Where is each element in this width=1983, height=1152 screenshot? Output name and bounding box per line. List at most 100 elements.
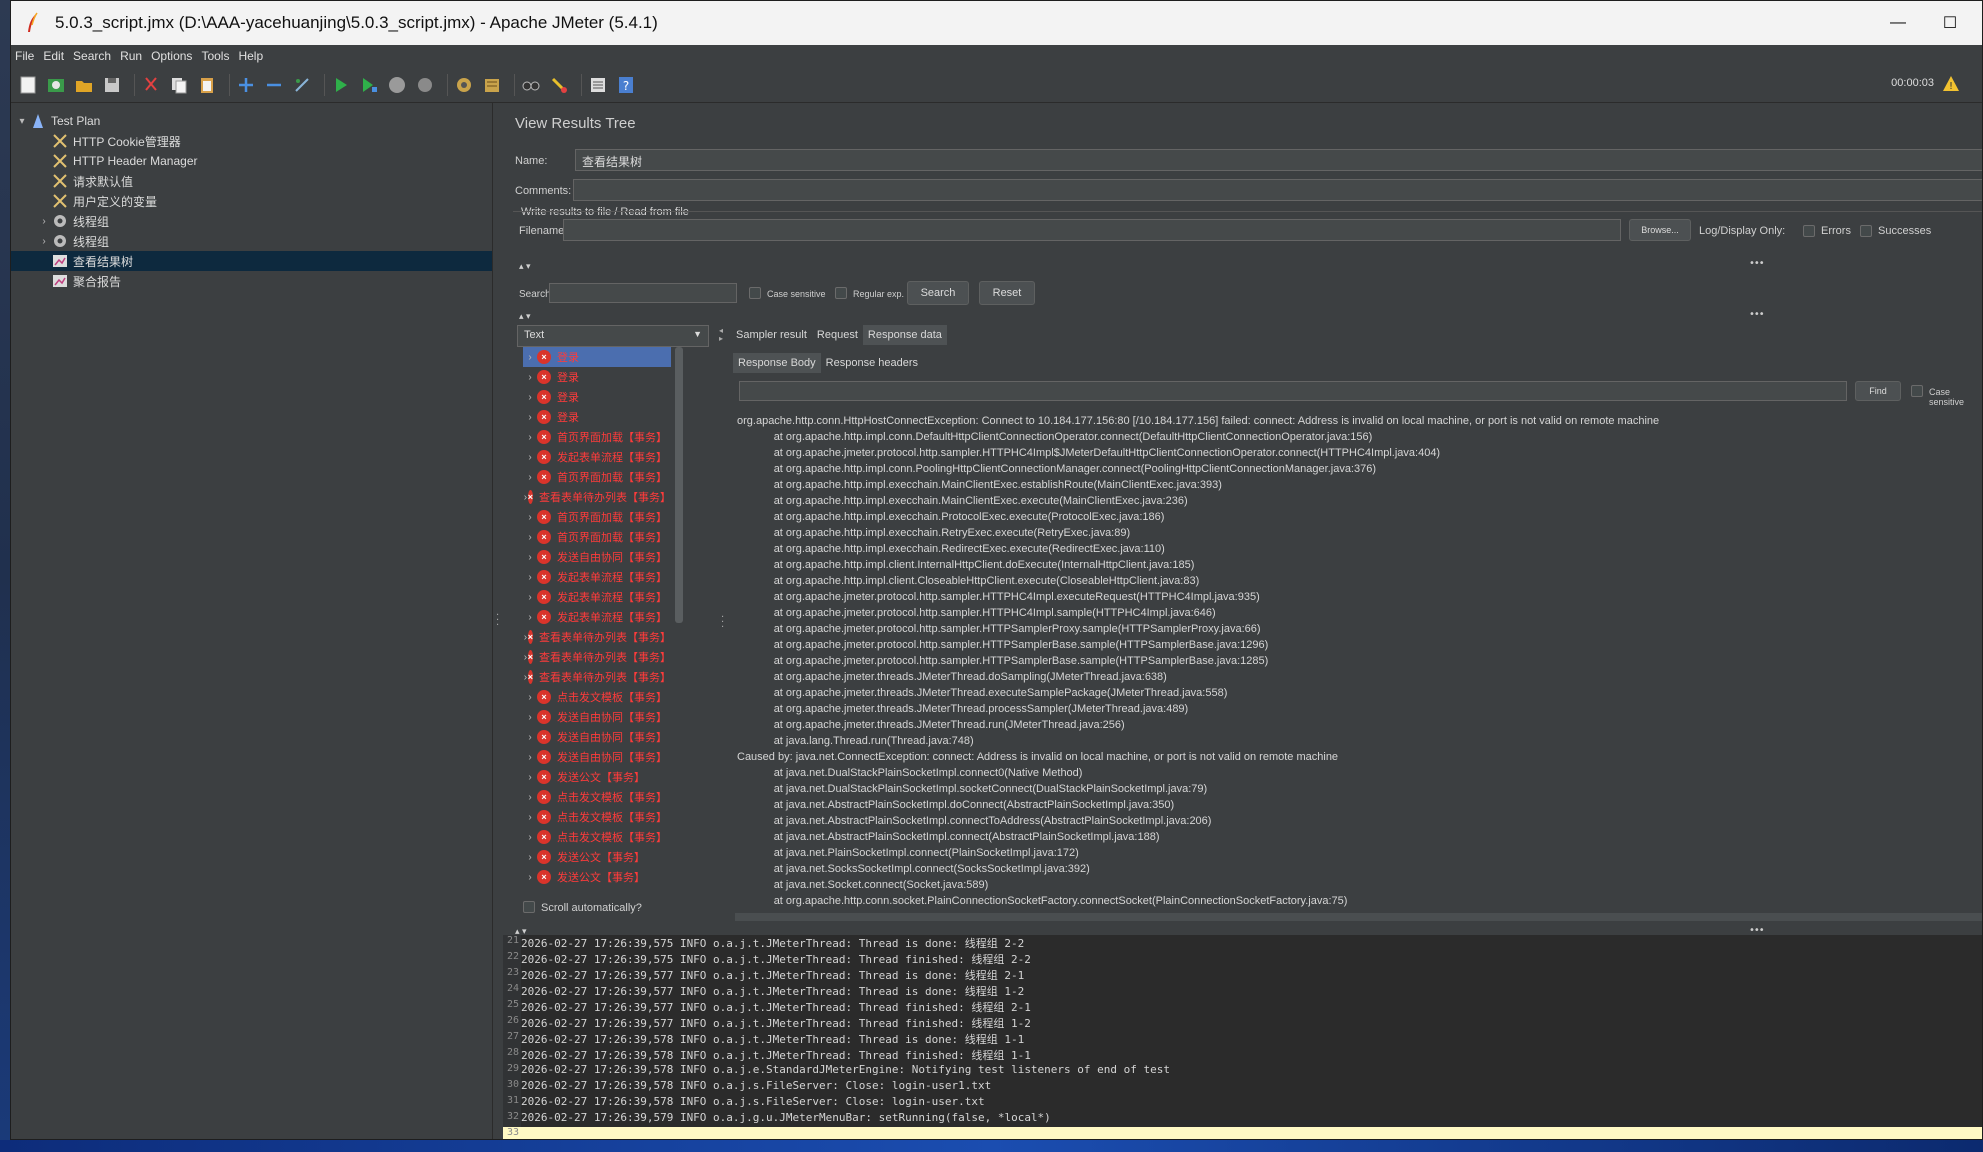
tree-item[interactable]: HTTP Cookie管理器 <box>11 131 492 151</box>
menu-edit[interactable]: Edit <box>43 49 64 63</box>
result-item[interactable]: › × 首页界面加载【事务】 <box>523 467 671 487</box>
result-item[interactable]: › × 发送自由协同【事务】 <box>523 727 671 747</box>
chevron-right-icon[interactable]: › <box>523 452 537 463</box>
result-item[interactable]: › × 登录 <box>523 387 671 407</box>
chevron-right-icon[interactable]: › <box>523 812 537 823</box>
tab-sampler-result[interactable]: Sampler result <box>731 325 812 345</box>
shutdown-icon[interactable] <box>414 74 436 96</box>
chevron-right-icon[interactable]: › <box>523 432 537 443</box>
warning-icon[interactable]: ! <box>1942 75 1960 93</box>
result-item[interactable]: › × 点击发文模板【事务】 <box>523 687 671 707</box>
chevron-right-icon[interactable]: › <box>523 832 537 843</box>
menu-help[interactable]: Help <box>238 49 263 63</box>
name-field[interactable]: 查看结果树 <box>575 149 1982 171</box>
case-sensitive-checkbox[interactable] <box>749 287 761 299</box>
reset-button[interactable]: Reset <box>979 281 1035 305</box>
function-helper-icon[interactable] <box>587 74 609 96</box>
find-case-sensitive-checkbox[interactable] <box>1911 385 1923 397</box>
result-item[interactable]: › × 查看表单待办列表【事务】 <box>523 667 671 687</box>
result-item[interactable]: › × 点击发文模板【事务】 <box>523 807 671 827</box>
stop-icon[interactable] <box>386 74 408 96</box>
splitter-grip-icon[interactable]: ••• <box>1749 309 1765 320</box>
result-item[interactable]: › × 登录 <box>523 367 671 387</box>
browse-button[interactable]: Browse... <box>1629 219 1691 241</box>
result-item[interactable]: › × 首页界面加载【事务】 <box>523 427 671 447</box>
copy-icon[interactable] <box>168 74 190 96</box>
chevron-right-icon[interactable]: › <box>37 236 51 247</box>
successes-checkbox[interactable] <box>1860 225 1872 237</box>
chevron-right-icon[interactable]: › <box>523 772 537 783</box>
chevron-right-icon[interactable]: › <box>523 872 537 883</box>
chevron-right-icon[interactable]: › <box>523 732 537 743</box>
result-item[interactable]: › × 发送公文【事务】 <box>523 867 671 887</box>
tree-item[interactable]: › 线程组 <box>11 231 492 251</box>
tab-response-data[interactable]: Response data <box>862 325 947 345</box>
tab-response-headers[interactable]: Response headers <box>821 353 923 373</box>
result-item[interactable]: › × 发起表单流程【事务】 <box>523 607 671 627</box>
tree-item[interactable]: ▾ Test Plan <box>11 111 492 131</box>
log-viewer[interactable]: 21 2026-02-27 17:26:39,575 INFO o.a.j.t.J… <box>503 935 1982 1139</box>
chevron-right-icon[interactable]: › <box>37 216 51 227</box>
chevron-right-icon[interactable]: ▾ <box>15 116 29 127</box>
collapse-icon[interactable] <box>263 74 285 96</box>
result-item[interactable]: › × 发送公文【事务】 <box>523 767 671 787</box>
result-item[interactable]: › × 点击发文模板【事务】 <box>523 827 671 847</box>
response-horizontal-scrollbar[interactable] <box>735 913 1982 921</box>
results-splitter[interactable]: ◂ ▸ · · · <box>719 325 727 911</box>
menu-run[interactable]: Run <box>120 49 142 63</box>
clear-all-icon[interactable] <box>481 74 503 96</box>
help-icon[interactable]: ? <box>615 74 637 96</box>
menu-tools[interactable]: Tools <box>201 49 229 63</box>
cut-icon[interactable] <box>140 74 162 96</box>
result-item[interactable]: › × 发起表单流程【事务】 <box>523 567 671 587</box>
search-button[interactable]: Search <box>907 281 969 305</box>
minimize-button[interactable]: — <box>1874 1 1922 45</box>
chevron-right-icon[interactable]: › <box>523 572 537 583</box>
result-item[interactable]: › × 发送公文【事务】 <box>523 847 671 867</box>
result-item[interactable]: › × 登录 <box>523 407 671 427</box>
renderer-select[interactable]: Text ▼ <box>517 325 709 347</box>
split-pane-divider[interactable]: · · · <box>493 103 503 1139</box>
chevron-right-icon[interactable]: › <box>523 512 537 523</box>
menu-file[interactable]: File <box>15 49 34 63</box>
paste-icon[interactable] <box>196 74 218 96</box>
filename-field[interactable] <box>563 219 1621 241</box>
scroll-auto-checkbox[interactable] <box>523 901 535 913</box>
collapse-arrows-icon[interactable]: ▴ ▾ <box>519 261 531 272</box>
result-item[interactable]: › × 查看表单待办列表【事务】 <box>523 627 671 647</box>
chevron-right-icon[interactable]: › <box>523 392 537 403</box>
result-item[interactable]: › × 登录 <box>523 347 671 367</box>
templates-icon[interactable] <box>45 74 67 96</box>
search-input[interactable] <box>549 283 737 303</box>
chevron-right-icon[interactable]: › <box>523 752 537 763</box>
splitter-grip-icon[interactable]: ••• <box>1749 258 1765 269</box>
find-button[interactable]: Find <box>1855 381 1901 401</box>
result-item[interactable]: › × 首页界面加载【事务】 <box>523 527 671 547</box>
tree-item[interactable]: 查看结果树 <box>11 251 492 271</box>
search-icon[interactable] <box>520 74 542 96</box>
chevron-right-icon[interactable]: › <box>523 552 537 563</box>
result-item[interactable]: › × 发送自由协同【事务】 <box>523 547 671 567</box>
result-item[interactable]: › × 发起表单流程【事务】 <box>523 587 671 607</box>
chevron-right-icon[interactable]: › <box>523 592 537 603</box>
comments-field[interactable] <box>573 179 1982 201</box>
result-item[interactable]: › × 首页界面加载【事务】 <box>523 507 671 527</box>
save-icon[interactable] <box>101 74 123 96</box>
result-item[interactable]: › × 发送自由协同【事务】 <box>523 707 671 727</box>
errors-checkbox[interactable] <box>1803 225 1815 237</box>
new-icon[interactable] <box>17 74 39 96</box>
chevron-right-icon[interactable]: › <box>523 372 537 383</box>
tree-item[interactable]: HTTP Header Manager <box>11 151 492 171</box>
chevron-right-icon[interactable]: › <box>523 532 537 543</box>
chevron-right-icon[interactable]: › <box>523 412 537 423</box>
result-item[interactable]: › × 发起表单流程【事务】 <box>523 447 671 467</box>
tree-item[interactable]: 用户定义的变量 <box>11 191 492 211</box>
toggle-icon[interactable] <box>291 74 313 96</box>
start-no-pause-icon[interactable] <box>358 74 380 96</box>
tree-item[interactable]: 聚合报告 <box>11 271 492 291</box>
chevron-right-icon[interactable]: › <box>523 852 537 863</box>
find-input[interactable] <box>739 381 1847 401</box>
result-item[interactable]: › × 点击发文模板【事务】 <box>523 787 671 807</box>
menu-search[interactable]: Search <box>73 49 111 63</box>
chevron-right-icon[interactable]: › <box>523 472 537 483</box>
